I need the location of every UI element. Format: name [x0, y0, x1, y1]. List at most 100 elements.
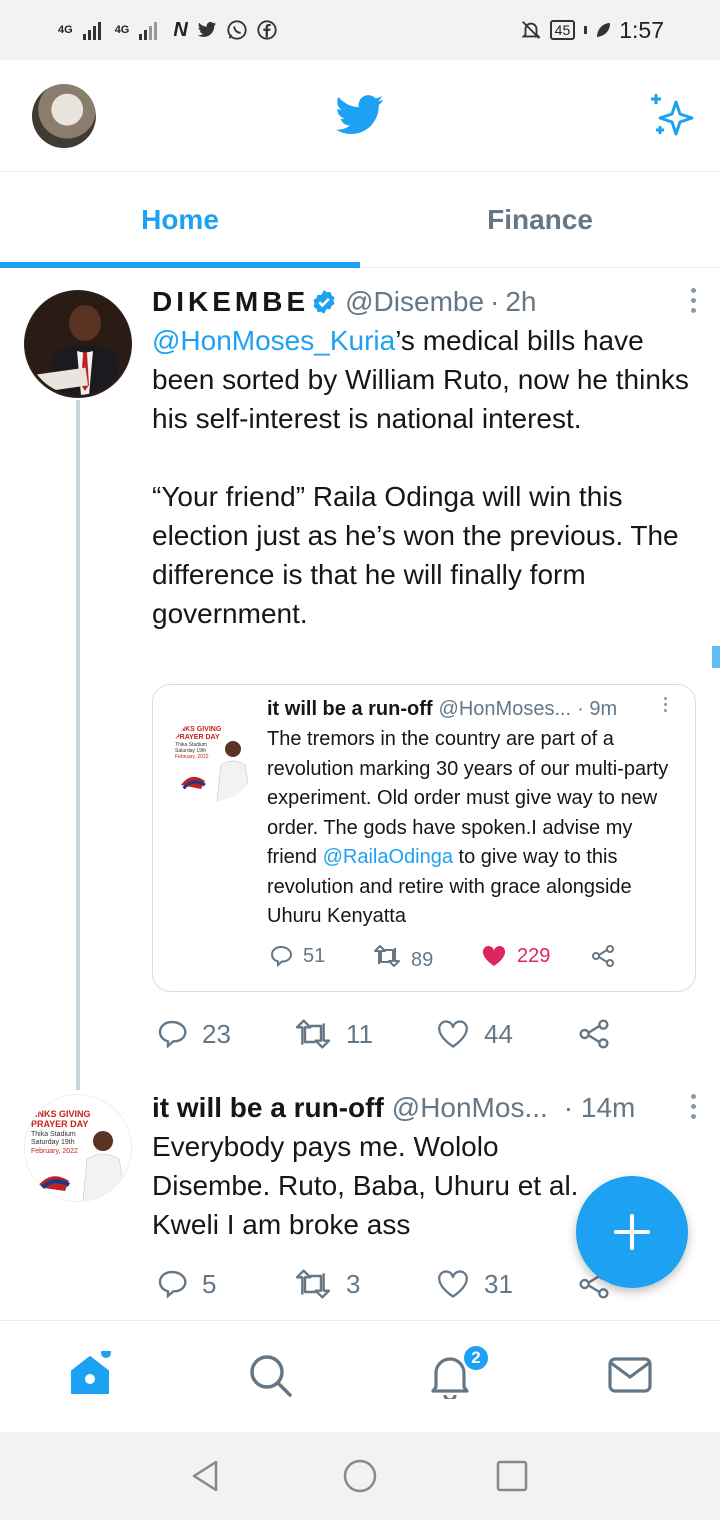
poster-avatar-image: ANKS GIVING PRAYER DAY Thika Stadium Sat… — [171, 715, 257, 801]
quoted-retweet-count: 89 — [411, 948, 434, 971]
quoted-author-handle[interactable]: @HonMoses... — [439, 698, 572, 721]
home-icon[interactable] — [66, 1351, 114, 1399]
tweet-2-author-handle[interactable]: @HonMos... — [392, 1092, 548, 1124]
author-name[interactable]: DIKEMBE — [152, 286, 309, 318]
twitter-bird-icon[interactable] — [336, 90, 384, 138]
tweet-author-avatar[interactable] — [24, 290, 132, 398]
signal-icon — [82, 20, 101, 40]
mention-link[interactable]: @HonMoses_Kuria — [152, 325, 395, 356]
reply-button[interactable]: 23 — [156, 1018, 231, 1050]
reply-icon — [158, 1270, 187, 1299]
tweet-1[interactable]: DIKEMBE @Disembe · 2h @HonMoses_Kuria’s … — [152, 284, 696, 633]
network-type-2: 4G — [114, 24, 130, 36]
share-button[interactable] — [578, 1018, 610, 1050]
tweet-text: @HonMoses_Kuria’s medical bills have bee… — [152, 321, 692, 438]
bottom-navigation — [0, 1320, 720, 1432]
sparkle-icon[interactable] — [646, 90, 698, 142]
tweet-2-retweet-count: 3 — [346, 1268, 361, 1299]
more-options-icon[interactable] — [691, 288, 696, 313]
avatar-text-5: February, 2022 — [31, 1148, 78, 1155]
tab-finance-label: Finance — [487, 203, 593, 235]
recents-icon[interactable] — [494, 1458, 530, 1494]
search-icon[interactable] — [246, 1351, 294, 1399]
tweet-2-like-button[interactable]: 31 — [436, 1269, 513, 1300]
network-type-1: 4G — [58, 24, 73, 36]
quoted-retweet-button[interactable]: 89 — [373, 941, 433, 972]
quoted-more-icon[interactable] — [664, 697, 667, 712]
tab-home-label: Home — [141, 203, 219, 235]
home-circle-icon[interactable] — [342, 1458, 378, 1494]
tweet-time: 2h — [505, 286, 537, 317]
leaf-icon — [597, 23, 611, 37]
status-right: 45 1:57 — [520, 17, 664, 44]
profile-avatar[interactable] — [32, 84, 96, 148]
author-handle[interactable]: @Disembe — [345, 286, 484, 318]
notification-count-badge: 2 — [462, 1344, 490, 1372]
plus-icon — [614, 1214, 650, 1250]
tweet-2-time: · 14m — [563, 1092, 636, 1123]
retweet-icon — [295, 1019, 331, 1049]
share-icon — [579, 1019, 609, 1049]
retweet-button[interactable]: 11 — [294, 1018, 373, 1050]
svg-text:February, 2022: February, 2022 — [175, 754, 209, 760]
reply-icon — [158, 1020, 187, 1049]
quoted-actions: 51 89 229 — [269, 941, 629, 971]
quoted-time: · 9m — [577, 697, 618, 720]
reply-count: 23 — [202, 1018, 231, 1049]
clock: 1:57 — [619, 16, 664, 43]
heart-icon — [438, 1270, 468, 1298]
quoted-mention-link[interactable]: @RailaOdinga — [323, 846, 453, 868]
heart-icon — [438, 1020, 468, 1048]
quoted-author-name[interactable]: it will be a run-off — [267, 698, 433, 721]
quoted-reply-button[interactable]: 51 — [269, 944, 325, 968]
tweet-2-header: it will be a run-off @HonMos... · 14m — [152, 1090, 696, 1126]
battery-cap — [584, 26, 588, 34]
quoted-author-avatar[interactable]: ANKS GIVING PRAYER DAY Thika Stadium Sat… — [171, 715, 257, 801]
retweet-icon — [374, 945, 400, 967]
like-button[interactable]: 44 — [436, 1019, 513, 1050]
tweet-2-actions: 5 3 31 — [152, 1264, 622, 1304]
quoted-reply-count: 51 — [303, 944, 326, 967]
back-icon[interactable] — [188, 1458, 224, 1494]
separator-dot: · — [490, 286, 500, 317]
scroll-indicator[interactable] — [712, 646, 720, 668]
share-icon — [592, 945, 614, 967]
status-bar: 4G 4G N 45 1:57 — [0, 0, 720, 60]
tweet-text-paragraph-2: “Your friend” Raila Odinga will win this… — [152, 481, 687, 629]
quoted-like-button[interactable]: 229 — [481, 944, 550, 968]
thread-connector-line — [76, 400, 80, 1090]
quoted-body: it will be a run-off @HonMoses... · 9m T… — [267, 695, 677, 932]
system-navigation-bar — [0, 1432, 720, 1520]
tweet-1-actions: 23 11 44 — [152, 1014, 622, 1054]
tweet-2-reply-button[interactable]: 5 — [156, 1268, 216, 1300]
quoted-like-count: 229 — [517, 944, 551, 967]
quoted-tweet[interactable]: ANKS GIVING PRAYER DAY Thika Stadium Sat… — [152, 684, 696, 992]
like-count: 44 — [484, 1018, 513, 1049]
quoted-header: it will be a run-off @HonMoses... · 9m — [267, 695, 677, 723]
tweet-2-author-name[interactable]: it will be a run-off — [152, 1092, 384, 1124]
timeline-tabs: Home Finance — [0, 172, 720, 268]
verified-badge-icon — [313, 290, 335, 314]
retweet-icon — [295, 1269, 331, 1299]
compose-tweet-button[interactable] — [576, 1176, 688, 1288]
poster-avatar-image: ANKS GIVING PRAYER DAY Thika Stadium Sat… — [25, 1095, 131, 1201]
messages-icon[interactable] — [606, 1351, 654, 1399]
tweet-2-text: Everybody pays me. Wololo Disembe. Ruto,… — [152, 1131, 595, 1240]
liked-heart-icon — [482, 945, 506, 966]
app-header — [0, 60, 720, 172]
facebook-icon — [257, 20, 277, 40]
mute-bell-icon — [521, 21, 541, 39]
avatar-text-1: ANKS GIVING — [31, 1109, 91, 1119]
whatsapp-icon — [227, 20, 247, 40]
avatar-text-2: PRAYER DAY — [31, 1119, 88, 1129]
tweet-2-author-avatar[interactable]: ANKS GIVING PRAYER DAY Thika Stadium Sat… — [24, 1094, 132, 1202]
svg-text:PRAYER DAY: PRAYER DAY — [175, 734, 220, 741]
tweet-2-more-options-icon[interactable] — [691, 1094, 696, 1119]
quoted-share-button[interactable] — [591, 944, 615, 968]
n-app-icon: N — [173, 18, 188, 41]
tab-finance[interactable]: Finance — [360, 172, 720, 267]
tab-home[interactable]: Home — [0, 172, 360, 268]
svg-text:ANKS GIVING: ANKS GIVING — [175, 726, 222, 733]
tweet-2-retweet-button[interactable]: 3 — [294, 1268, 360, 1300]
tweet-2-reply-count: 5 — [202, 1268, 217, 1299]
